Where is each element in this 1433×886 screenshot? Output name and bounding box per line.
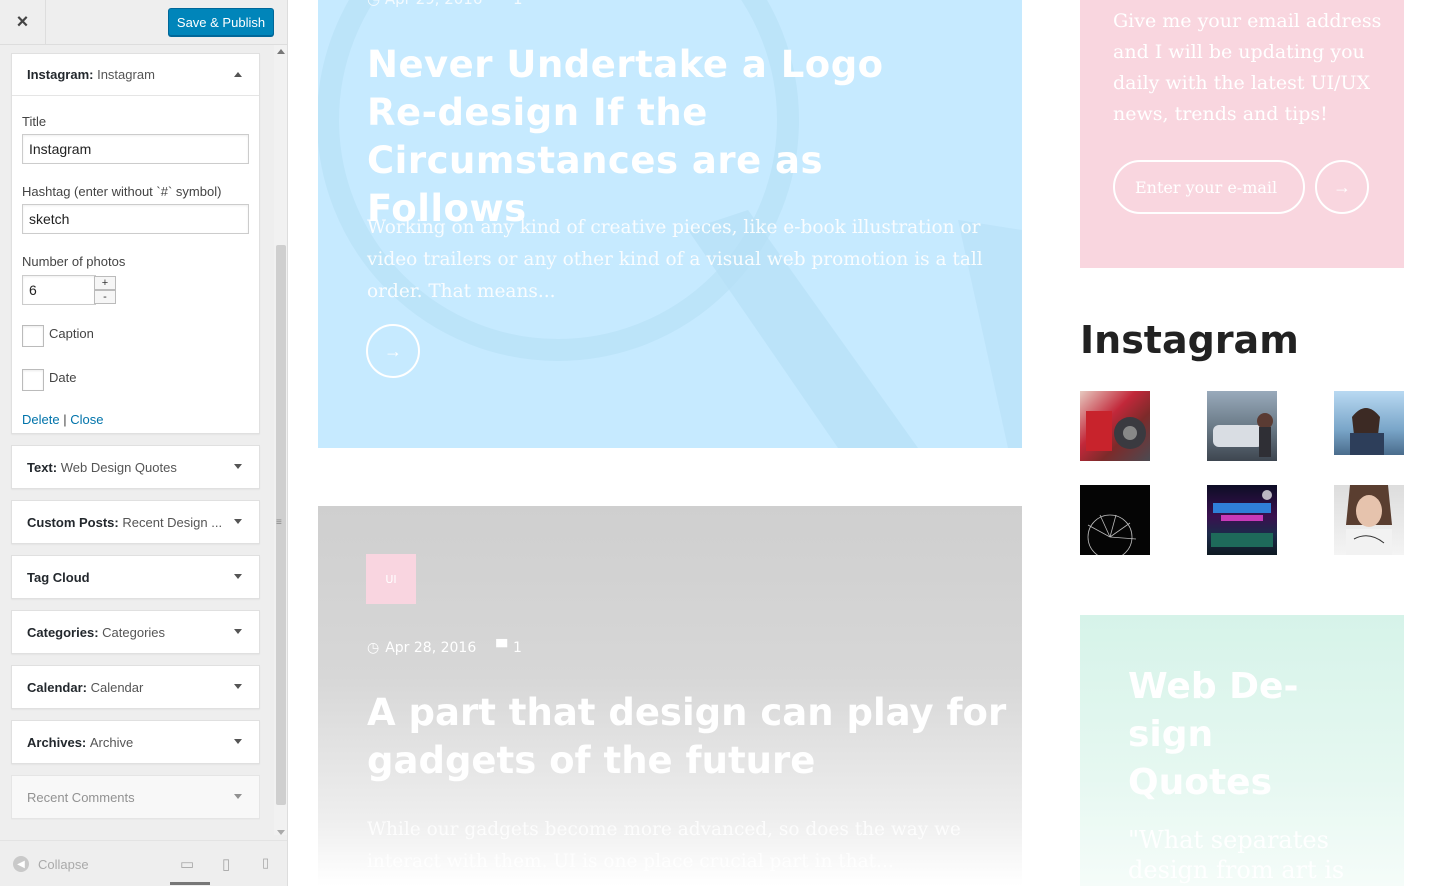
mobile-preview-icon[interactable]: ▯ xyxy=(262,855,269,871)
quote-text: "What separates design from art is that.… xyxy=(1128,826,1345,884)
photos-count-stepper: + - xyxy=(94,276,116,304)
widget-tag-cloud[interactable]: Tag Cloud xyxy=(11,555,260,599)
widget-instagram: Instagram: Instagram Title Instagram Has… xyxy=(11,53,260,434)
save-publish-button[interactable]: Save & Publish xyxy=(168,8,274,36)
customizer-header: × Save & Publish xyxy=(0,0,287,45)
comment-icon: ▀ xyxy=(496,640,508,656)
post-title[interactable]: A part that design can play for gadgets … xyxy=(367,689,1007,785)
subscribe-arrow-icon[interactable]: → xyxy=(1315,160,1369,214)
comment-count: 1 xyxy=(513,640,522,656)
widget-title: Calendar xyxy=(90,679,144,695)
close-customizer-button[interactable]: × xyxy=(0,0,46,45)
quotes-widget: Web De-sign Quotes "What separates desig… xyxy=(1080,615,1404,886)
widget-custom-posts[interactable]: Custom Posts: Recent Design ... xyxy=(11,500,260,544)
featured-post: ◷ Apr 29, 2016 ▀ 1 Never Undertake a Log… xyxy=(318,0,1022,448)
widgets-list: Instagram: Instagram Title Instagram Has… xyxy=(0,45,274,825)
newsletter-text: Give me your email address and I will be… xyxy=(1113,10,1382,125)
clock-icon: ◷ xyxy=(367,0,380,8)
newsletter-widget: Give me your email address and I will be… xyxy=(1080,0,1404,268)
widget-type: Archives: xyxy=(27,734,87,750)
sidebar-scrollbar[interactable]: ≡ xyxy=(274,45,287,835)
post-card: UI ◷ Apr 28, 2016 ▀ 1 A part that design… xyxy=(318,506,1022,886)
expand-arrow-icon[interactable] xyxy=(234,574,242,579)
expand-arrow-icon[interactable] xyxy=(234,519,242,524)
caption-label: Caption xyxy=(49,326,94,341)
post-meta: ◷ Apr 29, 2016 ▀ 1 xyxy=(367,0,523,8)
photos-count-label: Number of photos xyxy=(22,254,126,269)
date-label: Date xyxy=(49,370,77,385)
widget-type: Custom Posts: xyxy=(27,514,119,530)
widget-type: Tag Cloud xyxy=(27,569,90,585)
expand-arrow-icon[interactable] xyxy=(234,794,242,799)
post-excerpt: While our gadgets become more advanced, … xyxy=(367,819,961,872)
widget-instagram-header[interactable]: Instagram: Instagram xyxy=(12,54,259,96)
clock-icon: ◷ xyxy=(367,640,380,656)
widget-calendar[interactable]: Calendar: Calendar xyxy=(11,665,260,709)
widget-actions: Delete | Close xyxy=(22,412,103,427)
customizer-panel: × Save & Publish Instagram: Instagram Ti… xyxy=(0,0,288,886)
instagram-photo[interactable] xyxy=(1207,391,1277,461)
desktop-preview-icon[interactable]: ▭ xyxy=(180,855,194,873)
comment-icon: ▀ xyxy=(497,0,509,8)
scroll-up-icon[interactable] xyxy=(277,49,285,54)
widget-type: Instagram: xyxy=(27,67,94,82)
read-more-arrow-icon[interactable]: → xyxy=(366,324,420,378)
widget-type: Text: xyxy=(27,459,58,475)
date-checkbox[interactable] xyxy=(22,369,44,391)
instagram-photo[interactable] xyxy=(1207,485,1277,555)
widget-title: Web Design Quotes xyxy=(60,459,177,475)
instagram-photo[interactable] xyxy=(1334,485,1404,555)
collapse-icon[interactable]: ◀ xyxy=(13,856,29,872)
instagram-photo[interactable] xyxy=(1334,391,1404,455)
widget-title: Recent Design ... xyxy=(122,514,223,530)
widget-type: Calendar: xyxy=(27,679,87,695)
close-widget-link[interactable]: Close xyxy=(70,412,103,427)
increment-button[interactable]: + xyxy=(94,276,116,290)
tablet-preview-icon[interactable]: ▯ xyxy=(222,855,230,873)
post-title[interactable]: Never Undertake a Logo Re-design If the … xyxy=(367,41,967,233)
quotes-widget-title: Web De-sign Quotes xyxy=(1128,666,1299,803)
expand-arrow-icon[interactable] xyxy=(234,629,242,634)
caption-checkbox[interactable] xyxy=(22,325,44,347)
expand-arrow-icon[interactable] xyxy=(234,464,242,469)
widget-title: Instagram xyxy=(97,67,155,82)
hashtag-input[interactable]: sketch xyxy=(22,204,249,234)
separator: | xyxy=(63,412,67,427)
collapse-label[interactable]: Collapse xyxy=(38,857,89,872)
instagram-widget-title: Instagram xyxy=(1080,318,1299,362)
post-excerpt: Working on any kind of creative pieces, … xyxy=(367,217,983,302)
title-label: Title xyxy=(22,114,47,129)
post-date: Apr 29, 2016 xyxy=(385,0,483,8)
grip-icon: ≡ xyxy=(276,517,282,528)
widget-title: Archive xyxy=(89,734,134,750)
widget-type: Recent Comments xyxy=(27,789,135,805)
hashtag-label: Hashtag (enter without `#` symbol) xyxy=(22,184,222,199)
instagram-photo[interactable] xyxy=(1080,485,1150,555)
scroll-down-icon[interactable] xyxy=(277,830,285,835)
widget-text-quotes[interactable]: Text: Web Design Quotes xyxy=(11,445,260,489)
instagram-photo[interactable] xyxy=(1080,391,1150,461)
photos-count-input[interactable]: 6 xyxy=(22,275,96,305)
widget-type: Categories: xyxy=(27,624,99,640)
active-device-indicator xyxy=(170,882,210,885)
comment-count: 1 xyxy=(513,0,523,8)
delete-widget-link[interactable]: Delete xyxy=(22,412,60,427)
widget-categories[interactable]: Categories: Categories xyxy=(11,610,260,654)
expand-arrow-icon[interactable] xyxy=(234,739,242,744)
title-input[interactable]: Instagram xyxy=(22,134,249,164)
widget-archives[interactable]: Archives: Archive xyxy=(11,720,260,764)
decrement-button[interactable]: - xyxy=(94,290,116,304)
expand-arrow-icon[interactable] xyxy=(234,684,242,689)
post-date: Apr 28, 2016 xyxy=(385,640,477,656)
email-input[interactable]: Enter your e-mail xyxy=(1113,160,1305,214)
collapse-arrow-icon[interactable] xyxy=(234,72,242,77)
widget-title: Categories xyxy=(102,624,166,640)
post-meta: ◷ Apr 28, 2016 ▀ 1 xyxy=(367,640,522,656)
widget-recent-comments[interactable]: Recent Comments xyxy=(11,775,260,819)
category-tag[interactable]: UI xyxy=(366,554,416,604)
customizer-footer: ◀ Collapse ▭ ▯ ▯ xyxy=(0,840,287,886)
